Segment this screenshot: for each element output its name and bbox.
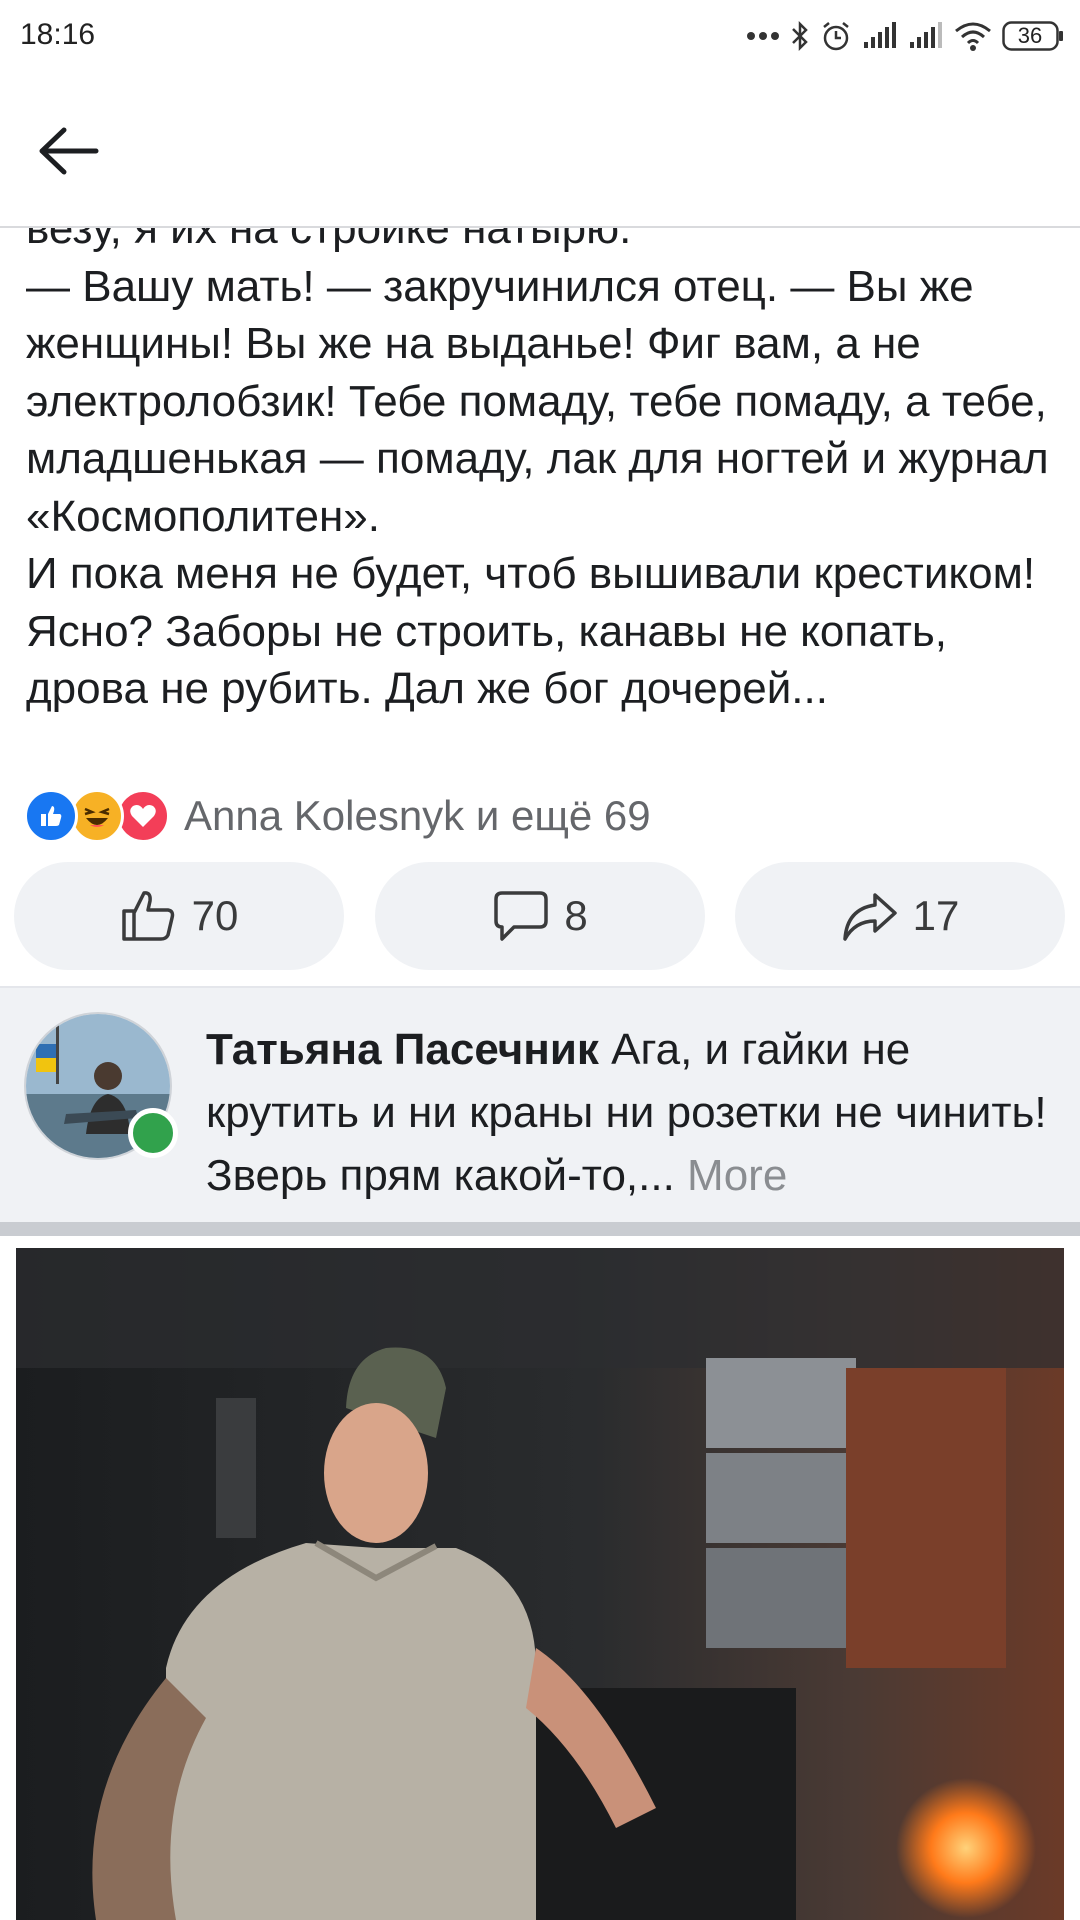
love-reaction-icon bbox=[116, 789, 170, 843]
like-reaction-icon bbox=[24, 789, 78, 843]
back-button[interactable] bbox=[36, 122, 106, 180]
signal-icon bbox=[910, 22, 942, 48]
top-header bbox=[0, 72, 1080, 228]
haha-reaction-icon bbox=[70, 789, 124, 843]
comment-author[interactable]: Татьяна Пасечник bbox=[206, 1025, 599, 1074]
post-photo[interactable] bbox=[16, 1248, 1064, 1920]
back-arrow-icon bbox=[39, 127, 99, 175]
post-text: везу, я их на стройке натырю. — Вашу мат… bbox=[26, 200, 1066, 718]
post-actions: 70 8 17 bbox=[14, 862, 1066, 970]
like-button[interactable]: 70 bbox=[14, 862, 344, 970]
share-count: 17 bbox=[912, 892, 960, 939]
reactions-bar[interactable]: Anna Kolesnyk и ещё 69 bbox=[24, 788, 651, 844]
battery-icon: 36 bbox=[1002, 21, 1064, 51]
comment-button[interactable]: 8 bbox=[375, 862, 705, 970]
more-dots-icon bbox=[747, 32, 779, 40]
like-count: 70 bbox=[191, 892, 239, 939]
more-link[interactable]: More bbox=[687, 1151, 787, 1200]
status-time: 18:16 bbox=[20, 18, 96, 51]
wifi-icon bbox=[955, 22, 991, 51]
comment-body: Татьяна Пасечник Ага, и гайки не крутить… bbox=[206, 1018, 1058, 1207]
status-icons: 36 bbox=[746, 14, 1064, 58]
post-paragraph: — Вашу мать! — закручинился отец. — Вы ж… bbox=[26, 261, 1049, 541]
bluetooth-icon bbox=[792, 20, 808, 52]
battery-level: 36 bbox=[1017, 23, 1043, 48]
comment-icon bbox=[494, 891, 549, 941]
share-button[interactable]: 17 bbox=[735, 862, 1065, 970]
section-divider bbox=[0, 1222, 1080, 1236]
status-bar: 18:16 36 bbox=[0, 0, 1080, 72]
post-paragraph: И пока меня не будет, чтоб вышивали крес… bbox=[26, 549, 1036, 713]
alarm-icon bbox=[823, 22, 849, 51]
reactions-summary: Anna Kolesnyk и ещё 69 bbox=[184, 792, 651, 839]
thumbs-up-icon bbox=[121, 891, 174, 941]
comment[interactable]: Татьяна Пасечник Ага, и гайки не крутить… bbox=[0, 986, 1080, 1226]
share-icon bbox=[842, 893, 897, 941]
comment-count: 8 bbox=[564, 892, 588, 939]
post-body: везу, я их на стройке натырю. — Вашу мат… bbox=[0, 200, 1080, 760]
signal-icon bbox=[864, 22, 896, 48]
online-status-dot bbox=[128, 1108, 178, 1158]
